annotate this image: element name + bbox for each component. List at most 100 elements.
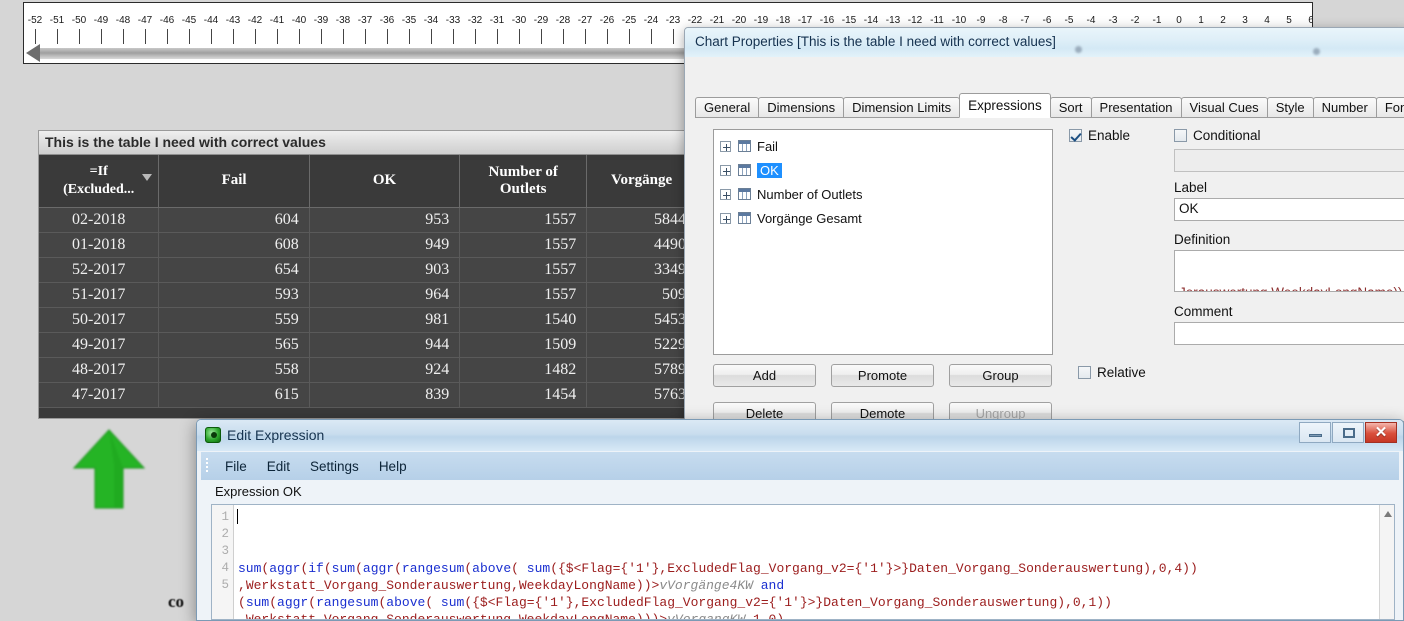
cell-dimension[interactable]: 47-2017 [39,382,160,408]
table-row[interactable]: 01-2018 608 949 1557 4490 [39,232,697,258]
menu-file[interactable]: File [215,459,257,474]
tab-dimensions[interactable]: Dimensions [758,97,845,118]
cell-ok[interactable]: 924 [309,357,461,383]
column-header-vorgaenge[interactable]: Vorgänge [586,155,697,208]
tab-dimension-limits[interactable]: Dimension Limits [843,97,961,118]
column-header-ok[interactable]: OK [309,155,461,208]
cell-ok[interactable]: 839 [309,382,461,408]
cell-vorgaenge[interactable]: 5229 [586,332,697,358]
cell-fail[interactable]: 615 [158,382,310,408]
expand-plus-icon[interactable] [720,164,731,176]
definition-input[interactable]: Jerauswertung,WeekdayLongName)) erauswer… [1174,250,1404,292]
cell-dimension[interactable]: 02-2018 [39,207,160,233]
conditional-checkbox[interactable]: Conditional [1174,128,1261,143]
expression-list-item[interactable]: OK [714,158,1052,182]
cell-ok[interactable]: 953 [309,207,461,233]
table-row[interactable]: 51-2017 593 964 1557 509 [39,282,697,308]
cell-fail[interactable]: 654 [158,257,310,283]
tab-presentation[interactable]: Presentation [1090,97,1182,118]
table-row[interactable]: 47-2017 615 839 1454 5763 [39,382,697,408]
sort-descending-icon[interactable] [142,174,153,181]
cell-ok[interactable]: 903 [309,257,461,283]
cell-ok[interactable]: 944 [309,332,461,358]
expand-plus-icon[interactable] [720,140,731,152]
cell-dimension[interactable]: 51-2017 [39,282,160,308]
minimize-button[interactable] [1299,422,1331,443]
cell-ok[interactable]: 964 [309,282,461,308]
group-button[interactable]: Group [949,364,1052,387]
cell-outlets[interactable]: 1557 [459,232,588,258]
ruler-tick-label: -29 [533,15,549,26]
cell-dimension[interactable]: 48-2017 [39,357,160,383]
table-row[interactable]: 48-2017 558 924 1482 5789 [39,357,697,383]
menu-edit[interactable]: Edit [257,459,300,474]
cell-vorgaenge[interactable]: 5763 [586,382,697,408]
tab-style[interactable]: Style [1266,97,1314,118]
tab-sort[interactable]: Sort [1049,97,1092,118]
table-row[interactable]: 02-2018 604 953 1557 5844 [39,207,697,233]
cell-vorgaenge[interactable]: 3349 [586,257,697,283]
column-header-dimension[interactable]: =If (Excluded... [39,155,160,208]
cell-outlets[interactable]: 1557 [459,207,588,233]
cell-vorgaenge[interactable]: 5453 [586,307,697,333]
expression-editor[interactable]: 1 2 3 4 5 sum(aggr(if(sum(aggr(rangesum(abov… [211,504,1395,620]
relative-checkbox[interactable]: Relative [1078,365,1146,380]
cell-dimension[interactable]: 49-2017 [39,332,160,358]
label-input[interactable]: OK [1174,198,1404,221]
cell-fail[interactable]: 559 [158,307,310,333]
edit-expression-titlebar[interactable]: Edit Expression ✕ [197,420,1403,451]
chart-properties-titlebar[interactable]: Chart Properties [This is the table I ne… [685,28,1404,57]
tab-expressions[interactable]: Expressions [959,93,1051,118]
column-header-outlets[interactable]: Number of Outlets [459,155,588,208]
cell-outlets[interactable]: 1540 [459,307,588,333]
menubar-grip-handle[interactable] [203,457,212,475]
enable-checkbox[interactable]: Enable [1069,128,1130,143]
tab-visual-cues[interactable]: Visual Cues [1180,97,1268,118]
cell-dimension[interactable]: 01-2018 [39,232,160,258]
editor-vertical-scrollbar[interactable] [1379,505,1394,619]
cell-vorgaenge[interactable]: 4490 [586,232,697,258]
cell-outlets[interactable]: 1482 [459,357,588,383]
cell-dimension[interactable]: 52-2017 [39,257,160,283]
cell-fail[interactable]: 558 [158,357,310,383]
scroll-up-arrow-icon[interactable] [1384,511,1392,517]
cell-fail[interactable]: 608 [158,232,310,258]
cell-outlets[interactable]: 1454 [459,382,588,408]
tab-font[interactable]: Font [1375,97,1404,118]
close-button[interactable]: ✕ [1365,422,1397,443]
ruler-left-arrow-icon[interactable] [26,44,40,62]
table-row[interactable]: 49-2017 565 944 1509 5229 [39,332,697,358]
expression-list-item[interactable]: Fail [714,134,1052,158]
cell-outlets[interactable]: 1557 [459,282,588,308]
comment-input[interactable] [1174,322,1404,345]
cell-vorgaenge[interactable]: 5844 [586,207,697,233]
tab-number[interactable]: Number [1312,97,1377,118]
cell-ok[interactable]: 949 [309,232,461,258]
cell-outlets[interactable]: 1557 [459,257,588,283]
expression-list-item[interactable]: Number of Outlets [714,182,1052,206]
promote-button[interactable]: Promote [831,364,934,387]
expression-list-item[interactable]: Vorgänge Gesamt [714,206,1052,230]
cell-dimension[interactable]: 50-2017 [39,307,160,333]
add-button[interactable]: Add [713,364,816,387]
table-row[interactable]: 50-2017 559 981 1540 5453 [39,307,697,333]
cell-vorgaenge[interactable]: 5789 [586,357,697,383]
expand-plus-icon[interactable] [720,188,731,200]
cell-fail[interactable]: 565 [158,332,310,358]
cell-vorgaenge[interactable]: 509 [586,282,697,308]
menu-settings[interactable]: Settings [300,459,369,474]
table-row[interactable]: 52-2017 654 903 1557 3349 [39,257,697,283]
expressions-list[interactable]: Fail OK Number of Outlets Vorgänge Gesamt [713,129,1053,355]
column-header-fail[interactable]: Fail [158,155,310,208]
cell-outlets[interactable]: 1509 [459,332,588,358]
editor-code-area[interactable]: sum(aggr(if(sum(aggr(rangesum(above( sum… [234,505,1379,619]
cell-ok[interactable]: 981 [309,307,461,333]
ruler-tick-label: -39 [313,15,329,26]
tab-general[interactable]: General [695,97,760,118]
cell-fail[interactable]: 604 [158,207,310,233]
menu-help[interactable]: Help [369,459,417,474]
maximize-button[interactable] [1332,422,1364,443]
cell-fail[interactable]: 593 [158,282,310,308]
expand-plus-icon[interactable] [720,212,731,224]
ruler-tick-label: -37 [357,15,373,26]
